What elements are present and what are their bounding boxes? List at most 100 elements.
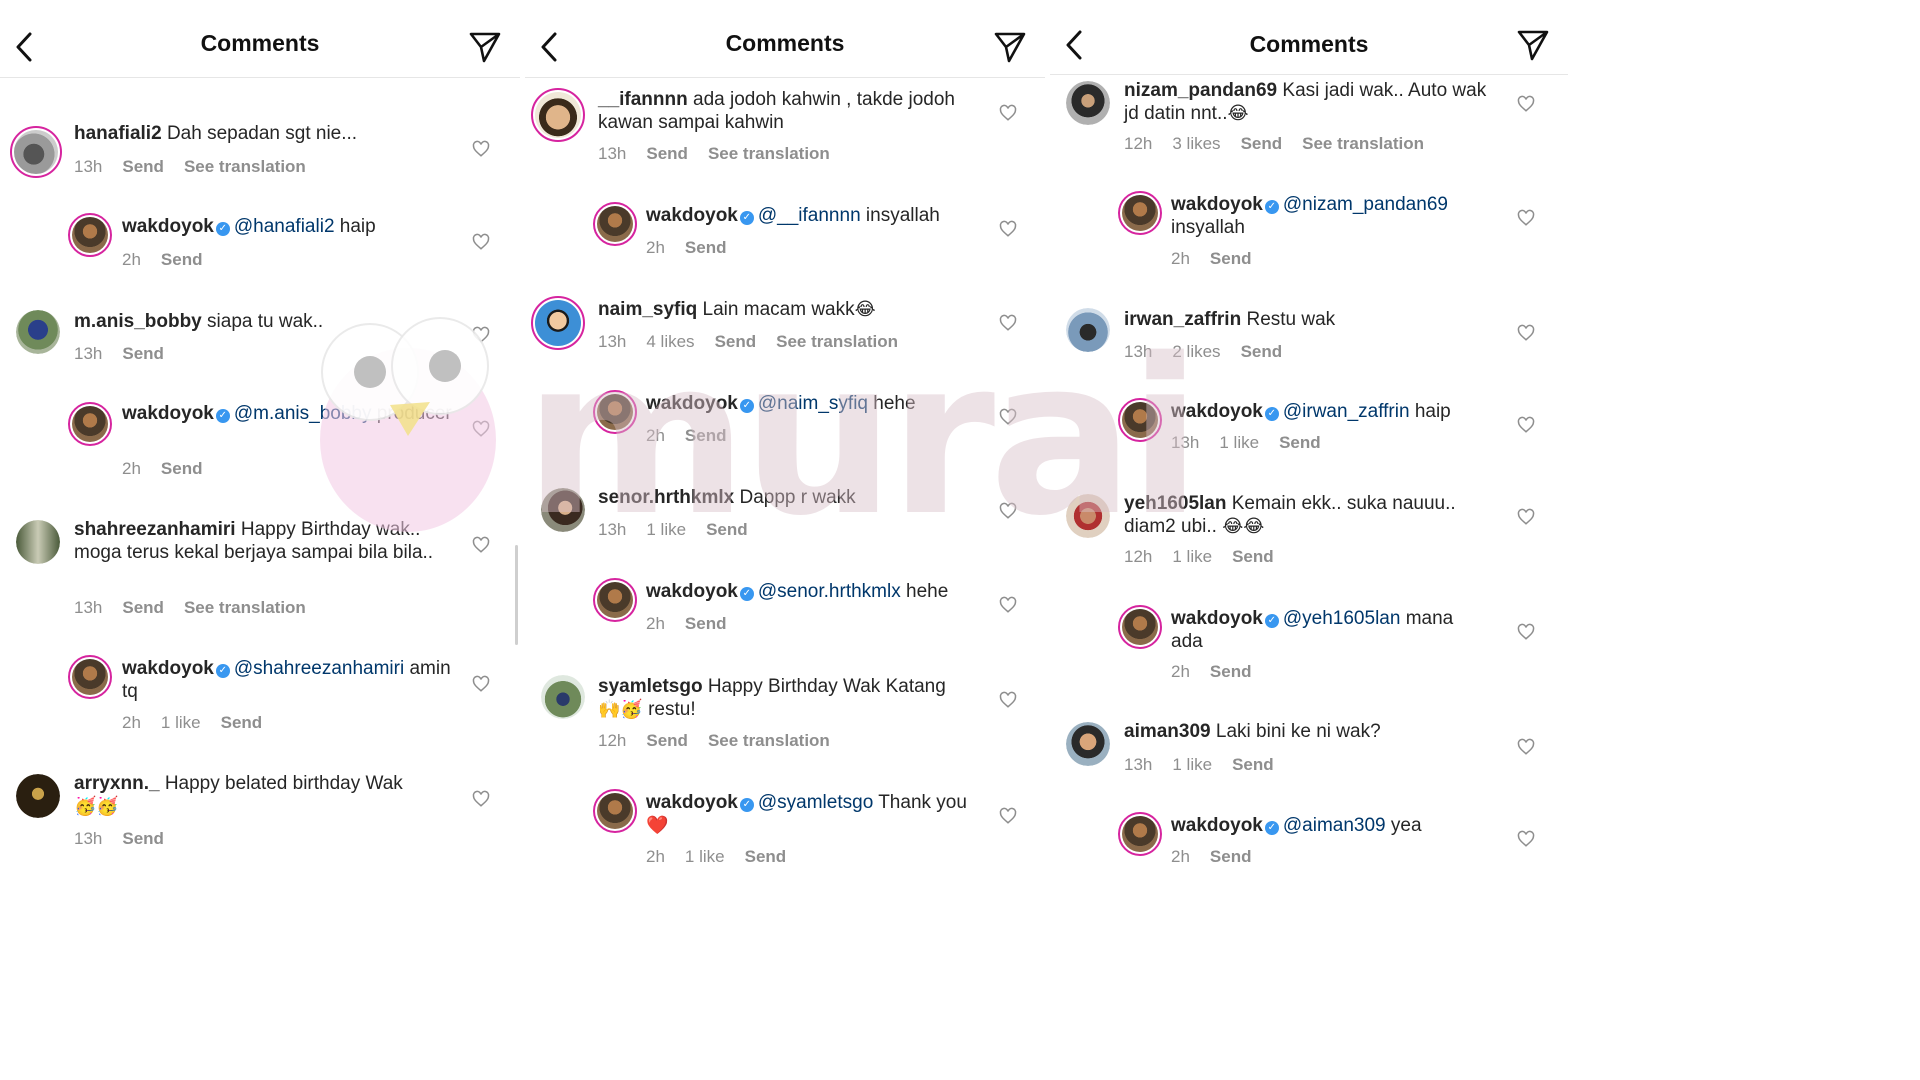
mention-link[interactable]: @m.anis_bobby [234, 403, 372, 424]
send-link[interactable]: Send [1210, 662, 1252, 681]
comment-username[interactable]: wakdoyok [1171, 608, 1263, 629]
avatar[interactable] [16, 520, 60, 564]
like-count[interactable]: 1 like [1219, 433, 1259, 452]
send-link[interactable]: Send [1279, 433, 1321, 452]
avatar[interactable] [1066, 494, 1110, 538]
heart-outline-icon[interactable] [999, 314, 1017, 332]
send-link[interactable]: Send [1232, 547, 1274, 566]
send-link[interactable]: Send [161, 250, 203, 269]
heart-outline-icon[interactable] [472, 233, 490, 251]
direct-send-icon[interactable] [468, 30, 502, 64]
avatar[interactable] [10, 126, 62, 178]
see-translation-link[interactable]: See translation [708, 144, 830, 163]
like-count[interactable]: 3 likes [1172, 134, 1220, 153]
avatar[interactable] [1118, 812, 1162, 856]
avatar[interactable] [1066, 722, 1110, 766]
like-count[interactable]: 1 like [1172, 755, 1212, 774]
like-count[interactable]: 1 like [685, 847, 725, 866]
comment-username[interactable]: wakdoyok [646, 205, 738, 226]
send-link[interactable]: Send [1210, 249, 1252, 268]
mention-link[interactable]: @hanafiali2 [234, 216, 335, 237]
heart-outline-icon[interactable] [999, 502, 1017, 520]
scrollbar[interactable] [515, 545, 518, 645]
avatar[interactable] [16, 774, 60, 818]
send-link[interactable]: Send [1241, 134, 1283, 153]
send-link[interactable]: Send [685, 426, 727, 445]
heart-outline-icon[interactable] [1517, 209, 1535, 227]
mention-link[interactable]: @nizam_pandan69 [1283, 194, 1448, 215]
comment-username[interactable]: wakdoyok [1171, 194, 1263, 215]
comment-username[interactable]: wakdoyok [1171, 401, 1263, 422]
comment-username[interactable]: hanafiali2 [74, 123, 162, 144]
avatar[interactable] [68, 402, 112, 446]
send-link[interactable]: Send [715, 332, 757, 351]
like-count[interactable]: 1 like [1172, 547, 1212, 566]
comment-username[interactable]: wakdoyok [646, 581, 738, 602]
comment-username[interactable]: irwan_zaffrin [1124, 309, 1241, 330]
avatar[interactable] [593, 578, 637, 622]
mention-link[interactable]: @senor.hrthkmlx [758, 581, 901, 602]
heart-outline-icon[interactable] [1517, 95, 1535, 113]
avatar[interactable] [531, 296, 585, 350]
like-count[interactable]: 1 like [646, 520, 686, 539]
see-translation-link[interactable]: See translation [776, 332, 898, 351]
heart-outline-icon[interactable] [472, 420, 490, 438]
send-link[interactable]: Send [706, 520, 748, 539]
see-translation-link[interactable]: See translation [1302, 134, 1424, 153]
comment-username[interactable]: wakdoyok [122, 216, 214, 237]
heart-outline-icon[interactable] [472, 536, 490, 554]
send-link[interactable]: Send [646, 144, 688, 163]
heart-outline-icon[interactable] [999, 691, 1017, 709]
direct-send-icon[interactable] [1516, 28, 1550, 62]
send-link[interactable]: Send [122, 829, 164, 848]
see-translation-link[interactable]: See translation [184, 598, 306, 617]
comment-username[interactable]: arryxnn._ [74, 773, 160, 794]
comment-username[interactable]: nizam_pandan69 [1124, 80, 1277, 101]
send-link[interactable]: Send [1241, 342, 1283, 361]
comment-username[interactable]: shahreezanhamiri [74, 519, 236, 540]
mention-link[interactable]: @irwan_zaffrin [1283, 401, 1410, 422]
mention-link[interactable]: @syamletsgo [758, 792, 873, 813]
comment-username[interactable]: wakdoyok [646, 792, 738, 813]
comment-username[interactable]: wakdoyok [1171, 815, 1263, 836]
avatar[interactable] [1118, 605, 1162, 649]
send-link[interactable]: Send [745, 847, 787, 866]
avatar[interactable] [593, 202, 637, 246]
avatar[interactable] [541, 488, 585, 532]
send-link[interactable]: Send [122, 598, 164, 617]
heart-outline-icon[interactable] [999, 596, 1017, 614]
avatar[interactable] [68, 655, 112, 699]
direct-send-icon[interactable] [993, 30, 1027, 64]
heart-outline-icon[interactable] [999, 104, 1017, 122]
mention-link[interactable]: @__ifannnn [758, 205, 861, 226]
mention-link[interactable]: @shahreezanhamiri [234, 658, 404, 679]
send-link[interactable]: Send [646, 731, 688, 750]
heart-outline-icon[interactable] [472, 326, 490, 344]
comment-username[interactable]: m.anis_bobby [74, 311, 202, 332]
mention-link[interactable]: @naim_syfiq [758, 393, 868, 414]
heart-outline-icon[interactable] [999, 807, 1017, 825]
comment-username[interactable]: __ifannnn [598, 89, 688, 110]
avatar[interactable] [16, 310, 60, 354]
send-link[interactable]: Send [122, 344, 164, 363]
heart-outline-icon[interactable] [1517, 324, 1535, 342]
comment-username[interactable]: naim_syfiq [598, 299, 697, 320]
avatar[interactable] [1118, 398, 1162, 442]
see-translation-link[interactable]: See translation [184, 157, 306, 176]
mention-link[interactable]: @aiman309 [1283, 815, 1386, 836]
heart-outline-icon[interactable] [1517, 508, 1535, 526]
heart-outline-icon[interactable] [472, 675, 490, 693]
comment-username[interactable]: senor.hrthkmlx [598, 487, 734, 508]
send-link[interactable]: Send [122, 157, 164, 176]
heart-outline-icon[interactable] [1517, 830, 1535, 848]
comment-username[interactable]: syamletsgo [598, 676, 703, 697]
heart-outline-icon[interactable] [1517, 623, 1535, 641]
avatar[interactable] [1118, 191, 1162, 235]
send-link[interactable]: Send [161, 459, 203, 478]
send-link[interactable]: Send [1210, 847, 1252, 866]
like-count[interactable]: 2 likes [1172, 342, 1220, 361]
comment-username[interactable]: yeh1605lan [1124, 493, 1226, 514]
avatar[interactable] [531, 88, 585, 142]
avatar[interactable] [1066, 81, 1110, 125]
avatar[interactable] [1066, 308, 1110, 352]
